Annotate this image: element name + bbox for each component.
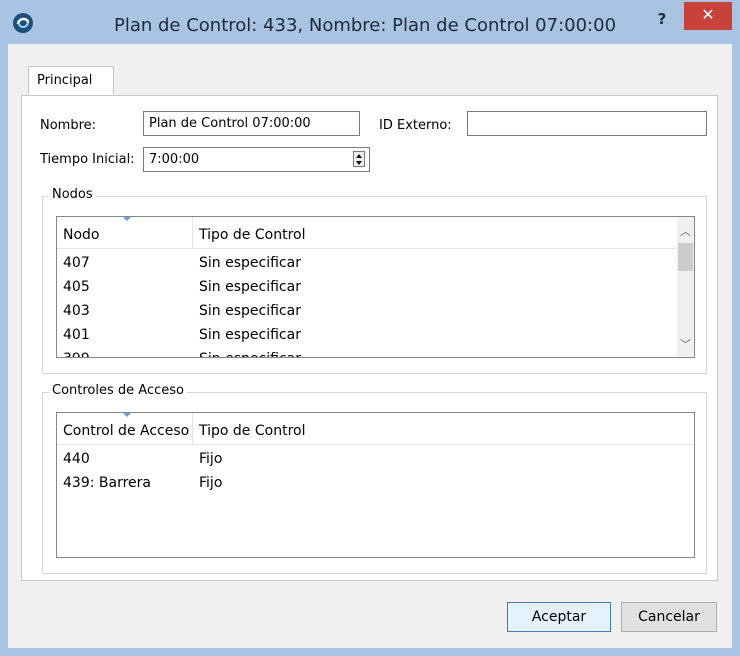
help-button[interactable]: ?: [648, 6, 676, 34]
dialog-client-area: Principal Nombre: Plan de Control 07:00:…: [8, 44, 732, 648]
scroll-up-icon[interactable]: ︿: [677, 223, 694, 240]
tipo-control-cell: Sin especificar: [199, 255, 301, 271]
controles-acceso-list[interactable]: Control de Acceso Tipo de Control 440 Fi…: [56, 412, 695, 558]
list-item[interactable]: 405 Sin especificar: [57, 275, 677, 299]
nodo-cell: 403: [63, 303, 90, 319]
nodo-cell: 407: [63, 255, 90, 271]
col-header-control-acceso[interactable]: Control de Acceso: [57, 413, 193, 445]
nodos-scrollbar[interactable]: ︿ ﹀: [677, 217, 694, 357]
list-item[interactable]: 401 Sin especificar: [57, 323, 677, 347]
tipo-control-cell: Fijo: [199, 451, 223, 467]
tab-panel-principal: Nombre: Plan de Control 07:00:00 ID Exte…: [21, 95, 718, 581]
scroll-thumb[interactable]: [678, 243, 693, 271]
id-externo-field[interactable]: [467, 111, 707, 136]
id-externo-label: ID Externo:: [379, 118, 452, 133]
controles-list-header: Control de Acceso Tipo de Control: [57, 413, 694, 445]
list-item[interactable]: 403 Sin especificar: [57, 299, 677, 323]
nodo-cell: 401: [63, 327, 90, 343]
control-cell: 439: Barrera: [63, 475, 151, 491]
tipo-control-cell: Fijo: [199, 475, 223, 491]
tipo-control-cell: Sin especificar: [199, 303, 301, 319]
close-button[interactable]: ✕: [684, 2, 732, 30]
controles-acceso-group-title: Controles de Acceso: [49, 383, 187, 398]
list-item[interactable]: 407 Sin especificar: [57, 251, 677, 275]
tiempo-inicial-field[interactable]: 7:00:00: [143, 147, 370, 172]
nombre-field[interactable]: Plan de Control 07:00:00: [143, 111, 360, 136]
time-spinner[interactable]: [353, 151, 365, 167]
list-item[interactable]: 440 Fijo: [57, 447, 687, 471]
col-header-nodo[interactable]: Nodo: [57, 217, 193, 249]
nodo-cell: 405: [63, 279, 90, 295]
dialog-window: Plan de Control: 433, Nombre: Plan de Co…: [0, 0, 740, 656]
list-item[interactable]: 399 Sin especificar: [57, 347, 677, 357]
tiempo-inicial-label: Tiempo Inicial:: [40, 152, 135, 167]
spin-up-icon[interactable]: [356, 154, 362, 158]
nodos-list[interactable]: Nodo Tipo de Control 407 Sin especificar…: [56, 216, 695, 358]
col-header-tipo-control[interactable]: Tipo de Control: [193, 413, 593, 445]
title-bar[interactable]: Plan de Control: 433, Nombre: Plan de Co…: [0, 0, 740, 44]
control-cell: 440: [63, 451, 90, 467]
tipo-control-cell: Sin especificar: [199, 327, 301, 343]
window-title: Plan de Control: 433, Nombre: Plan de Co…: [113, 15, 617, 36]
scroll-down-icon[interactable]: ﹀: [677, 336, 694, 353]
nodo-cell: 399: [63, 347, 90, 357]
tipo-control-cell: Sin especificar: [199, 279, 301, 295]
nombre-label: Nombre:: [40, 118, 97, 133]
nodos-group-title: Nodos: [49, 187, 96, 202]
aceptar-button[interactable]: Aceptar: [507, 602, 611, 632]
nodos-list-header: Nodo Tipo de Control: [57, 217, 694, 249]
tab-principal[interactable]: Principal: [28, 66, 114, 96]
tipo-control-cell: Sin especificar: [199, 347, 301, 357]
spin-down-icon[interactable]: [356, 161, 362, 165]
list-item[interactable]: 439: Barrera Fijo: [57, 471, 687, 495]
col-header-tipo-control[interactable]: Tipo de Control: [193, 217, 593, 249]
window-bottom-border: [0, 648, 740, 656]
cancelar-button[interactable]: Cancelar: [621, 602, 717, 632]
